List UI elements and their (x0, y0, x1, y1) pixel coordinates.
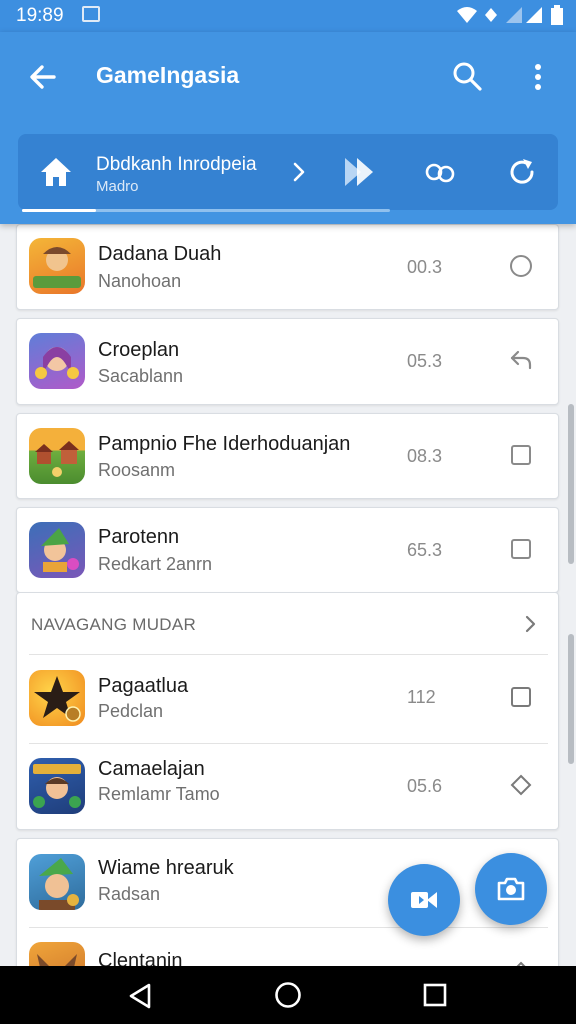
game-girl-icon (29, 333, 85, 389)
link-icon[interactable] (422, 156, 458, 188)
list-item[interactable]: Pampnio Fhe Iderhoduanjan Roosanm 08.3 (17, 414, 558, 498)
home-icon[interactable] (38, 154, 74, 190)
breadcrumb-title[interactable]: Dbdkanh Inrodpeia (96, 154, 257, 176)
data-icon (485, 8, 497, 22)
breadcrumb-subtitle: Madro (96, 178, 139, 195)
item-count: 65.3 (407, 540, 443, 560)
list-card[interactable]: Parotenn Redkart 2anrn 65.3 (16, 507, 559, 593)
game-village-icon (29, 428, 85, 484)
item-title: Pampnio Fhe Iderhoduanjan (98, 433, 351, 455)
item-count: 05.3 (407, 351, 443, 371)
list-item[interactable]: Parotenn Redkart 2anrn 65.3 (17, 508, 558, 592)
item-title: Croeplan (98, 339, 180, 361)
item-subtitle: Pedclan (98, 701, 164, 721)
nav-back-icon[interactable] (126, 982, 156, 1010)
scrollbar-thumb[interactable] (568, 404, 574, 564)
diamond-icon[interactable] (509, 773, 533, 797)
item-title: Dadana Duah (98, 243, 222, 265)
list-item[interactable]: Dadana Duah Nanohoan 00.3 (17, 225, 558, 309)
more-vert-icon[interactable] (526, 60, 550, 94)
camera-icon (497, 877, 525, 901)
item-count: 00.3 (407, 257, 443, 277)
section-title: NAVAGANG MUDAR (31, 615, 197, 634)
video-call-fab[interactable] (388, 864, 460, 936)
app-title: GameIngasia (96, 62, 240, 88)
list-card[interactable]: Croeplan Sacablann 05.3 (16, 318, 559, 405)
game-elf-icon (29, 522, 85, 578)
item-count: 08.3 (407, 446, 443, 466)
fast-forward-icon[interactable] (342, 154, 376, 190)
item-subtitle: Redkart 2anrn (98, 554, 213, 574)
status-bar: 19:89 (0, 0, 576, 32)
list-item[interactable]: Croeplan Sacablann 05.3 (17, 319, 558, 404)
nav-home-icon[interactable] (273, 980, 303, 1010)
list-card[interactable]: Pampnio Fhe Iderhoduanjan Roosanm 08.3 (16, 413, 559, 499)
signal-icon (506, 7, 542, 23)
item-subtitle: Roosanm (98, 460, 176, 480)
item-title: Parotenn (98, 526, 180, 548)
game-hero-icon (29, 854, 85, 910)
camera-fab[interactable] (475, 853, 547, 925)
checkbox[interactable] (509, 443, 533, 467)
progress-track (22, 209, 390, 212)
video-icon (411, 892, 437, 908)
game-knight-icon (29, 758, 85, 814)
item-subtitle: Remlamr Tamo (98, 784, 220, 804)
item-count: 112 (407, 687, 436, 707)
game-adventurer-icon (29, 238, 85, 294)
item-count: 05.6 (407, 776, 443, 796)
notification-icon (82, 6, 100, 22)
item-title: Wiame hrearuk (98, 857, 234, 879)
chevron-right-icon[interactable] (521, 613, 539, 635)
progress-fill (22, 209, 96, 212)
wifi-icon (457, 7, 477, 23)
chevron-right-icon[interactable] (288, 160, 310, 184)
status-icons (456, 5, 564, 25)
list-item[interactable]: Pagaatlua Pedclan 112 (17, 655, 558, 743)
game-star-icon (29, 670, 85, 726)
radio-button[interactable] (509, 254, 533, 278)
search-icon[interactable] (451, 60, 483, 92)
back-arrow-icon[interactable] (26, 60, 60, 94)
list-card[interactable]: Dadana Duah Nanohoan 00.3 (16, 224, 559, 310)
item-subtitle: Nanohoan (98, 271, 182, 291)
reply-icon[interactable] (509, 348, 533, 372)
app-bar: GameIngasia Dbdkanh Inrodpeia Madro (0, 32, 576, 224)
item-title: Camaelajan (98, 758, 205, 780)
breadcrumb-bar: Dbdkanh Inrodpeia Madro (18, 134, 558, 210)
list-card[interactable]: Wiame hrearuk Radsan Clentanin (16, 838, 559, 978)
checkbox[interactable] (509, 685, 533, 709)
system-nav-bar (0, 966, 576, 1024)
section-card: NAVAGANG MUDAR Pagaatlua Pedclan 112 Cam… (16, 592, 559, 830)
item-subtitle: Sacablann (98, 366, 184, 386)
item-title: Pagaatlua (98, 675, 189, 697)
refresh-icon[interactable] (506, 156, 538, 188)
checkbox[interactable] (509, 537, 533, 561)
scrollbar-thumb[interactable] (568, 634, 574, 764)
status-time: 19:89 (16, 5, 64, 26)
section-header[interactable]: NAVAGANG MUDAR (17, 593, 558, 655)
item-subtitle: Radsan (98, 884, 161, 904)
battery-icon (551, 5, 563, 25)
list-item[interactable]: Camaelajan Remlamr Tamo 05.6 (17, 744, 558, 829)
nav-recents-icon[interactable] (422, 982, 448, 1008)
